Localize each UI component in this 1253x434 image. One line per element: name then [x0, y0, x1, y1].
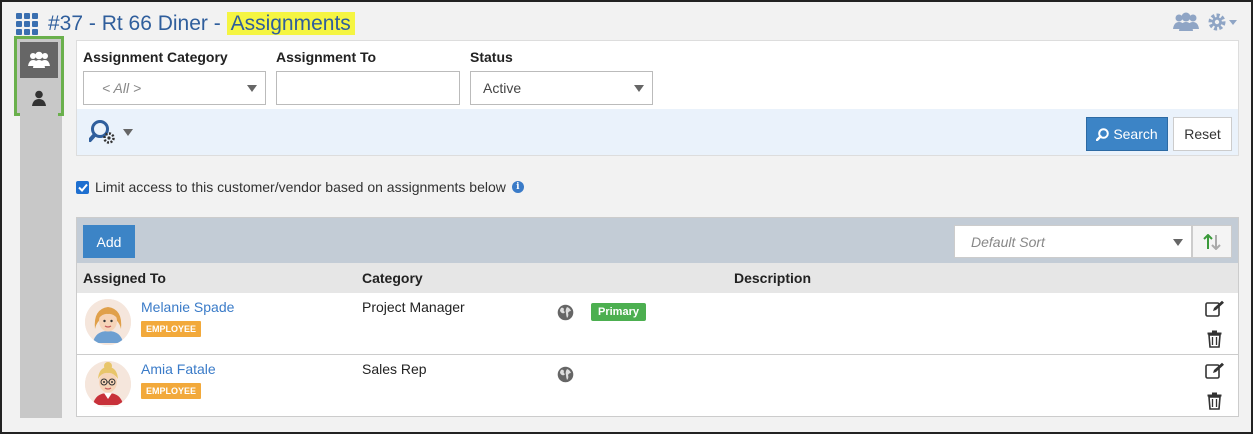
status-select[interactable]: Active	[470, 71, 653, 105]
limit-access-checkbox[interactable]	[76, 180, 89, 194]
chevron-down-icon	[1229, 19, 1237, 25]
table-row: Melanie Spade EMPLOYEE Project Manager P…	[77, 293, 1238, 355]
sidebar-item-assignments[interactable]	[20, 42, 58, 78]
search-button-label: Search	[1113, 126, 1158, 142]
advanced-search-toggle[interactable]	[89, 119, 133, 145]
grid-icon[interactable]	[16, 13, 38, 35]
search-button[interactable]: Search	[1086, 117, 1168, 151]
status-label: Status	[470, 49, 513, 65]
globe-icon	[557, 366, 574, 386]
page-title-prefix: #37 - Rt 66 Diner -	[48, 12, 227, 35]
trash-icon[interactable]	[1207, 330, 1222, 351]
users-group-icon	[28, 51, 50, 68]
sidebar-group	[14, 36, 64, 116]
limit-access-row: Limit access to this customer/vendor bas…	[76, 179, 524, 195]
chevron-down-icon	[123, 128, 133, 136]
trash-icon[interactable]	[1207, 392, 1222, 413]
people-icon[interactable]	[1173, 12, 1199, 32]
page-title: #37 - Rt 66 Diner - Assignments	[48, 12, 355, 36]
avatar	[85, 361, 131, 407]
header-actions	[1173, 12, 1237, 32]
assignment-category-select[interactable]: < All >	[83, 71, 266, 105]
search-gear-icon	[89, 120, 115, 144]
column-header-assigned-to[interactable]: Assigned To	[83, 270, 166, 286]
assignee-name-link[interactable]: Melanie Spade	[141, 299, 234, 315]
page-header: #37 - Rt 66 Diner - Assignments	[16, 10, 355, 38]
edit-icon[interactable]	[1205, 362, 1225, 383]
primary-badge: Primary	[591, 303, 646, 321]
app-frame: #37 - Rt 66 Diner - Assignments Assignme…	[0, 0, 1253, 434]
magnifier-icon	[1096, 127, 1110, 141]
limit-access-label: Limit access to this customer/vendor bas…	[95, 179, 506, 195]
category-cell: Sales Rep	[362, 361, 427, 377]
column-header-description[interactable]: Description	[734, 270, 811, 286]
dropdown-caret-icon	[634, 85, 644, 92]
sort-direction-button[interactable]	[1192, 225, 1232, 258]
dropdown-caret-icon	[247, 85, 257, 92]
table-toolbar: Add Default Sort	[77, 218, 1238, 263]
assignee-name-link[interactable]: Amia Fatale	[141, 361, 216, 377]
table-row: Amia Fatale EMPLOYEE Sales Rep	[77, 355, 1238, 417]
assignment-category-label: Assignment Category	[83, 49, 228, 65]
gear-icon[interactable]	[1207, 12, 1237, 32]
employee-badge: EMPLOYEE	[141, 321, 202, 337]
dropdown-caret-icon	[1173, 239, 1183, 246]
globe-icon	[557, 304, 574, 324]
reset-button[interactable]: Reset	[1173, 117, 1232, 151]
edit-icon[interactable]	[1205, 300, 1225, 321]
status-value: Active	[483, 80, 522, 96]
filter-panel: Assignment Category < All > Assignment T…	[76, 40, 1239, 156]
sort-select[interactable]: Default Sort	[954, 225, 1192, 258]
assignments-table: Add Default Sort Assigned To Category De…	[76, 217, 1239, 417]
sidebar-item-contact[interactable]	[20, 80, 58, 116]
category-cell: Project Manager	[362, 299, 465, 315]
sort-select-value: Default Sort	[971, 233, 1045, 250]
add-button[interactable]: Add	[83, 225, 135, 258]
assignment-to-label: Assignment To	[276, 49, 377, 65]
table-header: Assigned To Category Description	[77, 263, 1238, 293]
avatar	[85, 299, 131, 345]
employee-badge: EMPLOYEE	[141, 383, 202, 399]
person-icon	[32, 90, 46, 106]
filter-actions-bar: Search Reset	[77, 109, 1238, 155]
page-title-highlight: Assignments	[226, 12, 355, 35]
sort-arrows-icon	[1203, 233, 1221, 250]
assignment-to-input[interactable]	[276, 71, 460, 105]
column-header-category[interactable]: Category	[362, 270, 423, 286]
assignment-category-value: < All >	[102, 80, 142, 96]
info-icon[interactable]: i	[511, 181, 524, 193]
